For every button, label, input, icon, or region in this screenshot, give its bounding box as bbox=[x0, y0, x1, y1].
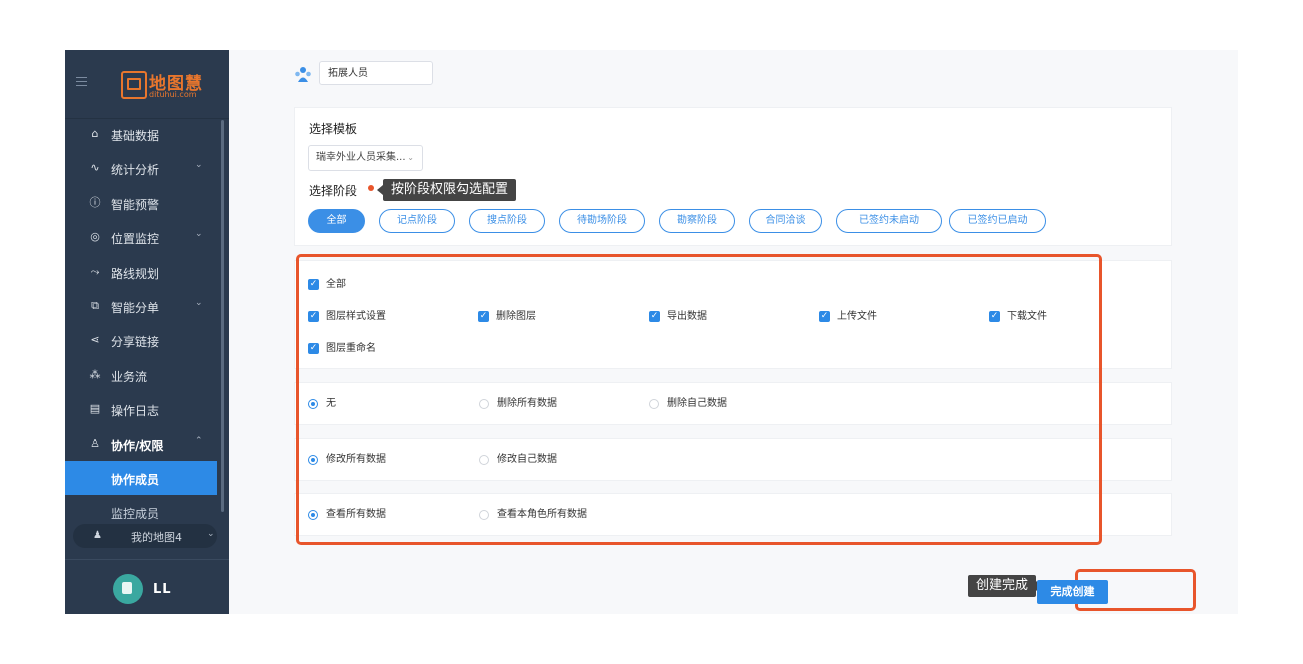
sidebar-item-label: 路线规划 bbox=[111, 266, 160, 281]
stage-option-record[interactable]: 记点阶段 bbox=[379, 209, 455, 233]
sidebar-item-label: 业务流 bbox=[111, 369, 148, 384]
sidebar-item-label: 基础数据 bbox=[111, 129, 160, 143]
info-icon: ⓘ bbox=[89, 195, 101, 209]
finish-create-button[interactable]: 完成创建 bbox=[1037, 580, 1108, 604]
sidebar-item-label: 统计分析 bbox=[111, 163, 160, 178]
sidebar-item-label: 智能分单 bbox=[111, 300, 160, 315]
stage-option-signed-started[interactable]: 已签约已启动 bbox=[949, 209, 1046, 233]
chart-icon: ∿ bbox=[90, 161, 100, 175]
sidebar-item-basic-data[interactable]: ⌂ 基础数据 bbox=[65, 117, 217, 151]
team-icon bbox=[295, 67, 311, 82]
map-selector-label: 我的地图4 bbox=[131, 531, 182, 544]
sidebar-item-workflow[interactable]: ⁂ 业务流 bbox=[65, 358, 217, 392]
sidebar-scrollbar[interactable] bbox=[221, 120, 224, 512]
sidebar-item-permissions[interactable]: ♙ 协作/权限 ⌃ bbox=[65, 427, 217, 461]
template-select-value: 瑞幸外业人员采集... bbox=[316, 152, 406, 163]
sidebar-menu: ⌂ 基础数据 ∿ 统计分析 ⌄ ⓘ 智能预警 ◎ 位置监控 ⌄ ⤳ 路线规划 ⧉… bbox=[65, 117, 217, 529]
user-icon: ♙ bbox=[90, 436, 100, 450]
sidebar-header: 地图慧 dituhui.com bbox=[65, 50, 229, 119]
chevron-down-icon: ⌄ bbox=[207, 529, 215, 539]
workflow-icon: ⁂ bbox=[89, 367, 101, 381]
sidebar-item-route[interactable]: ⤳ 路线规划 bbox=[65, 255, 217, 289]
user-name: LL bbox=[153, 582, 172, 597]
role-name-input[interactable]: 拓展人员 bbox=[319, 61, 433, 85]
sidebar-subitem-label: 监控成员 bbox=[111, 506, 160, 521]
sidebar-item-alerts[interactable]: ⓘ 智能预警 bbox=[65, 186, 217, 220]
template-select[interactable]: 瑞幸外业人员采集... ⌄ bbox=[308, 145, 423, 171]
sidebar-item-label: 位置监控 bbox=[111, 232, 160, 247]
avatar[interactable] bbox=[113, 574, 143, 604]
map-selector[interactable]: ♟ 我的地图4 ⌄ bbox=[73, 524, 217, 548]
stage-option-negotiation[interactable]: 合同洽谈 bbox=[749, 209, 822, 233]
sidebar-item-label: 分享链接 bbox=[111, 335, 160, 350]
sidebar-item-logs[interactable]: ▤ 操作日志 bbox=[65, 392, 217, 426]
stage-option-search[interactable]: 搜点阶段 bbox=[469, 209, 545, 233]
logo-mark-icon bbox=[121, 71, 147, 99]
chevron-down-icon: ⌄ bbox=[195, 229, 203, 240]
stage-option-pending-survey[interactable]: 待勘场阶段 bbox=[559, 209, 645, 233]
sidebar-subitem-collaborators[interactable]: 协作成员 bbox=[65, 460, 217, 495]
sidebar-item-location[interactable]: ◎ 位置监控 ⌄ bbox=[65, 220, 217, 254]
route-icon: ⤳ bbox=[90, 264, 100, 278]
chevron-down-icon: ⌄ bbox=[407, 153, 414, 162]
home-icon: ⌂ bbox=[91, 127, 99, 140]
stage-title: 选择阶段 bbox=[309, 184, 358, 198]
calendar-icon: ▤ bbox=[89, 402, 101, 416]
sidebar-subitem-label: 协作成员 bbox=[111, 472, 160, 487]
sidebar-item-label: 智能预警 bbox=[111, 197, 160, 212]
brand-domain: dituhui.com bbox=[149, 90, 197, 99]
stage-tooltip: 按阶段权限勾选配置 bbox=[376, 179, 517, 201]
template-title: 选择模板 bbox=[309, 122, 358, 136]
sidebar-item-label: 操作日志 bbox=[111, 404, 160, 419]
stage-tooltip-marker bbox=[368, 185, 374, 191]
sidebar-item-share[interactable]: ⋖ 分享链接 bbox=[65, 323, 217, 357]
stage-option-all[interactable]: 全部 bbox=[308, 209, 365, 233]
chevron-up-icon: ⌃ bbox=[195, 435, 203, 446]
map-user-icon: ♟ bbox=[93, 530, 102, 541]
dispatch-icon: ⧉ bbox=[91, 298, 99, 312]
collapse-menu-icon[interactable] bbox=[76, 77, 87, 88]
sidebar-item-dispatch[interactable]: ⧉ 智能分单 ⌄ bbox=[65, 289, 217, 323]
sidebar-item-label: 协作/权限 bbox=[111, 438, 164, 453]
user-panel: LL bbox=[65, 559, 229, 614]
chevron-down-icon: ⌄ bbox=[195, 297, 203, 308]
submit-tooltip: 创建完成 bbox=[968, 575, 1043, 597]
stage-option-survey[interactable]: 勘察阶段 bbox=[659, 209, 735, 233]
location-icon: ◎ bbox=[90, 230, 100, 244]
share-icon: ⋖ bbox=[90, 333, 100, 347]
permissions-highlight-frame bbox=[296, 254, 1102, 545]
stage-option-signed-not-started[interactable]: 已签约未启动 bbox=[836, 209, 942, 233]
sidebar-item-statistics[interactable]: ∿ 统计分析 ⌄ bbox=[65, 151, 217, 185]
chevron-down-icon: ⌄ bbox=[195, 160, 203, 171]
sidebar: 地图慧 dituhui.com ⌂ 基础数据 ∿ 统计分析 ⌄ ⓘ 智能预警 ◎… bbox=[65, 50, 229, 614]
template-stage-card: 选择模板 瑞幸外业人员采集... ⌄ 选择阶段 按阶段权限勾选配置 全部 记点阶… bbox=[294, 107, 1172, 246]
